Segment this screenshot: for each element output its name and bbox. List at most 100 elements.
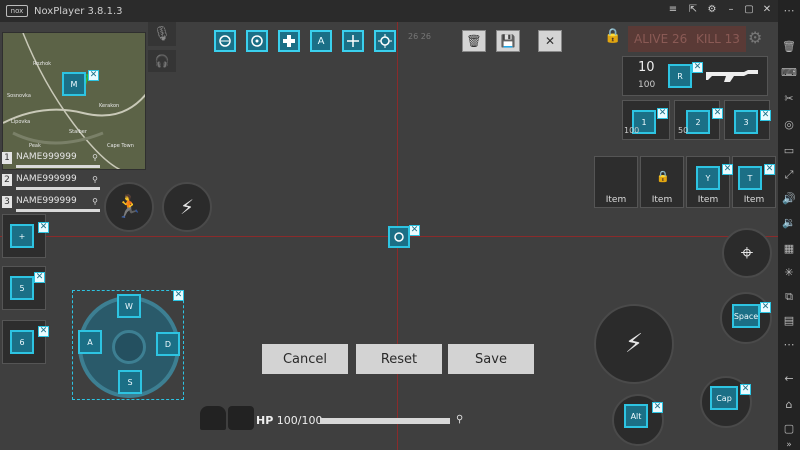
shake-icon[interactable]: ✳ <box>781 266 797 280</box>
close-icon[interactable]: ✕ <box>657 108 668 119</box>
menu-icon[interactable]: ≡ <box>666 4 680 15</box>
move-up-key[interactable]: W <box>117 294 141 318</box>
recent-apps-icon[interactable]: ▢ <box>781 422 797 436</box>
aim-key[interactable] <box>214 30 236 52</box>
slot-5-key[interactable]: 5 <box>10 276 34 300</box>
close-icon[interactable]: ✕ <box>88 70 99 81</box>
close-icon[interactable]: ✕ <box>712 108 723 119</box>
app-window: nox NoxPlayer 3.8.1.3 ≡ ⇱ ⚙ – ▢ ✕ 🎙 🎧 A <box>0 0 800 450</box>
joystick-center <box>112 330 146 364</box>
map-label: Cape Town <box>107 143 134 149</box>
pin-icon[interactable]: ⇱ <box>686 4 700 15</box>
player-name: NAME999999 <box>16 174 77 184</box>
location-pin-icon: ⚲ <box>92 175 98 184</box>
cap-key[interactable]: Cap <box>710 386 738 410</box>
close-icon[interactable]: ✕ <box>173 290 184 301</box>
map-key[interactable]: M <box>62 72 86 96</box>
save-icon-button[interactable]: 💾 <box>496 30 520 52</box>
heal-key[interactable]: + <box>10 224 34 248</box>
apk-icon[interactable]: ▦ <box>781 242 797 256</box>
player-number: 2 <box>2 174 12 186</box>
keyboard-icon[interactable]: ⌨ <box>781 66 797 80</box>
settings-icon[interactable]: ⚙ <box>705 4 719 15</box>
map-label: Rozhok <box>33 61 52 67</box>
close-editor-button[interactable]: ✕ <box>538 30 562 52</box>
dpad-key[interactable] <box>278 30 300 52</box>
slot-6-key[interactable]: 6 <box>10 330 34 354</box>
settings-gear-icon[interactable]: ⚙ <box>748 28 762 47</box>
reset-button[interactable]: Reset <box>356 344 442 374</box>
home-icon[interactable]: ⌂ <box>781 398 797 412</box>
location-icon[interactable]: ◎ <box>781 118 797 132</box>
fullscreen-icon[interactable]: ⤢ <box>781 168 797 182</box>
close-icon[interactable]: ✕ <box>760 4 774 15</box>
alt-key[interactable]: Alt <box>624 404 648 428</box>
close-icon[interactable]: ✕ <box>760 110 771 121</box>
move-down-key[interactable]: S <box>118 370 142 394</box>
slash-icon: ⚡ <box>179 195 195 219</box>
close-icon[interactable]: ✕ <box>740 384 751 395</box>
headset-icon[interactable]: 🎧 <box>148 50 176 72</box>
screen-icon[interactable]: ▭ <box>781 144 797 158</box>
move-right-key[interactable]: D <box>156 332 180 356</box>
emulator-sidebar: ⋯ 🗑 ⌨ ✂ ◎ ▭ ⤢ 🔊 🔉 ▦ ✳ ⧉ ▤ ⋯ ← ⌂ ▢ » <box>778 0 800 450</box>
close-icon[interactable]: ✕ <box>760 302 771 313</box>
aim-scope-button[interactable]: ⌖ <box>722 228 772 278</box>
delete-button[interactable]: 🗑 <box>462 30 486 52</box>
more-tools-icon[interactable]: ⋯ <box>781 338 797 352</box>
item-y-key[interactable]: Y <box>696 166 720 190</box>
record-icon[interactable]: ▤ <box>781 314 797 328</box>
map-roads <box>3 33 145 169</box>
crosshair-key[interactable] <box>342 30 364 52</box>
title-bar: nox NoxPlayer 3.8.1.3 ≡ ⇱ ⚙ – ▢ ✕ <box>0 0 778 22</box>
location-pin-icon: ⚲ <box>92 153 98 162</box>
more-icon[interactable]: ⋯ <box>781 4 797 18</box>
map-label: Peak <box>29 143 41 149</box>
save-icon: 💾 <box>500 34 516 48</box>
melee-button[interactable]: ⚡ <box>162 182 212 232</box>
move-left-key[interactable]: A <box>78 330 102 354</box>
view-icon <box>251 35 263 47</box>
close-icon[interactable]: ✕ <box>38 222 49 233</box>
close-icon[interactable]: ✕ <box>722 164 733 175</box>
close-icon[interactable]: ✕ <box>692 62 703 73</box>
target-icon <box>378 34 392 48</box>
expand-icon[interactable]: » <box>781 438 797 450</box>
item-label: Item <box>743 195 765 205</box>
slot-3-key[interactable]: 3 <box>734 110 758 134</box>
target-key[interactable] <box>374 30 396 52</box>
map-label: Stalber <box>69 129 87 135</box>
volume-down-icon[interactable]: 🔉 <box>781 216 797 230</box>
item-t-key[interactable]: T <box>738 166 762 190</box>
slot-count: 50 <box>678 126 689 135</box>
sprint-button[interactable]: 🏃 <box>104 182 154 232</box>
a-key[interactable]: A <box>310 30 332 52</box>
microphone-icon[interactable]: 🎙 <box>148 22 176 46</box>
reload-key[interactable]: R <box>668 64 692 88</box>
close-icon[interactable]: ✕ <box>764 164 775 175</box>
close-icon[interactable]: ✕ <box>34 272 45 283</box>
delete-app-icon[interactable]: 🗑 <box>781 40 797 54</box>
save-button[interactable]: Save <box>448 344 534 374</box>
slot-2-key[interactable]: 2 <box>686 110 710 134</box>
multi-instance-icon[interactable]: ⧉ <box>781 290 797 304</box>
cancel-button[interactable]: Cancel <box>262 344 348 374</box>
slot-count: 100 <box>624 126 640 135</box>
item-label: Item <box>651 195 673 205</box>
maximize-icon[interactable]: ▢ <box>742 4 756 15</box>
minimap: Rozhok Kerakon Sosnovka Peak Lipovka Cap… <box>2 32 146 170</box>
space-key[interactable]: Space <box>732 304 760 328</box>
scissors-icon[interactable]: ✂ <box>781 92 797 106</box>
volume-up-icon[interactable]: 🔊 <box>781 192 797 206</box>
hp-text: HP <box>256 414 274 427</box>
minimize-icon[interactable]: – <box>724 4 738 15</box>
close-icon[interactable]: ✕ <box>38 326 49 337</box>
close-icon[interactable]: ✕ <box>652 402 663 413</box>
view-key[interactable] <box>246 30 268 52</box>
map-label: Kerakon <box>99 103 120 109</box>
shoot-target-key[interactable] <box>388 226 410 248</box>
back-icon[interactable]: ← <box>781 372 797 386</box>
player-row: 2 NAME999999 ⚲ <box>2 174 100 190</box>
close-icon[interactable]: ✕ <box>409 225 420 236</box>
fire-button[interactable]: ⚡ <box>594 304 674 384</box>
